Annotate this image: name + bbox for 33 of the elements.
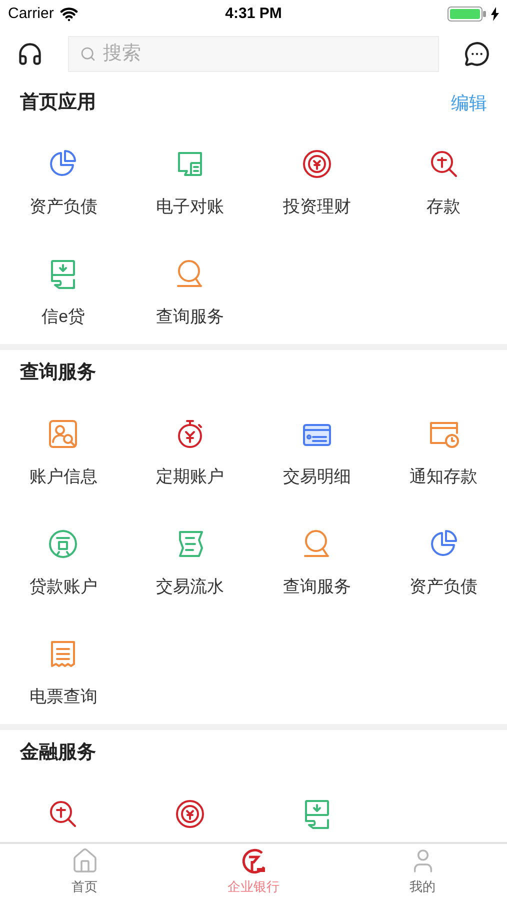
- app-shortcut[interactable]: 查询服务: [126, 234, 254, 344]
- search-field[interactable]: 搜索: [68, 36, 439, 72]
- app-shortcut[interactable]: 资产负债: [0, 124, 127, 234]
- status-time: 4:31 PM: [225, 4, 282, 24]
- coin-icon: [300, 148, 333, 180]
- search-icon: [80, 46, 96, 62]
- charging-icon: [490, 7, 499, 21]
- home-icon: [70, 847, 98, 876]
- app-shortcut[interactable]: 投资理财: [254, 124, 380, 234]
- section-title: 金融服务: [20, 740, 96, 765]
- bank-logo-icon: [240, 847, 268, 876]
- app-shortcut[interactable]: 电子对账: [126, 124, 254, 234]
- app-shortcut[interactable]: 账户信息: [0, 394, 127, 504]
- carrier-label: Carrier: [8, 4, 54, 24]
- wifi-icon: [60, 5, 78, 23]
- app-shortcut[interactable]: 资产负债: [380, 504, 507, 614]
- app-shortcut[interactable]: 定期账户: [126, 394, 254, 504]
- section-title: 首页应用: [20, 90, 96, 115]
- app-shortcut[interactable]: 通知存款: [380, 394, 507, 504]
- profile-search-icon: [47, 418, 80, 450]
- app-shortcut[interactable]: 电票查询: [0, 614, 127, 724]
- section-title: 查询服务: [20, 360, 96, 385]
- tab-bar-item[interactable]: 我的: [338, 844, 507, 900]
- app-shortcut[interactable]: 交易流水: [126, 504, 254, 614]
- coin-icon: [174, 798, 206, 830]
- app-shortcut[interactable]: 贷款账户: [0, 504, 127, 614]
- battery-icon: [446, 6, 489, 22]
- app-shortcut[interactable]: 存款: [380, 124, 507, 234]
- round-badge-icon: [47, 528, 80, 560]
- tab-bar-item[interactable]: 首页: [0, 844, 169, 900]
- app-shortcut[interactable]: 信e贷: [0, 234, 127, 344]
- app-shortcut[interactable]: 查询服务: [254, 504, 380, 614]
- app-shortcut[interactable]: 交易明细: [254, 394, 380, 504]
